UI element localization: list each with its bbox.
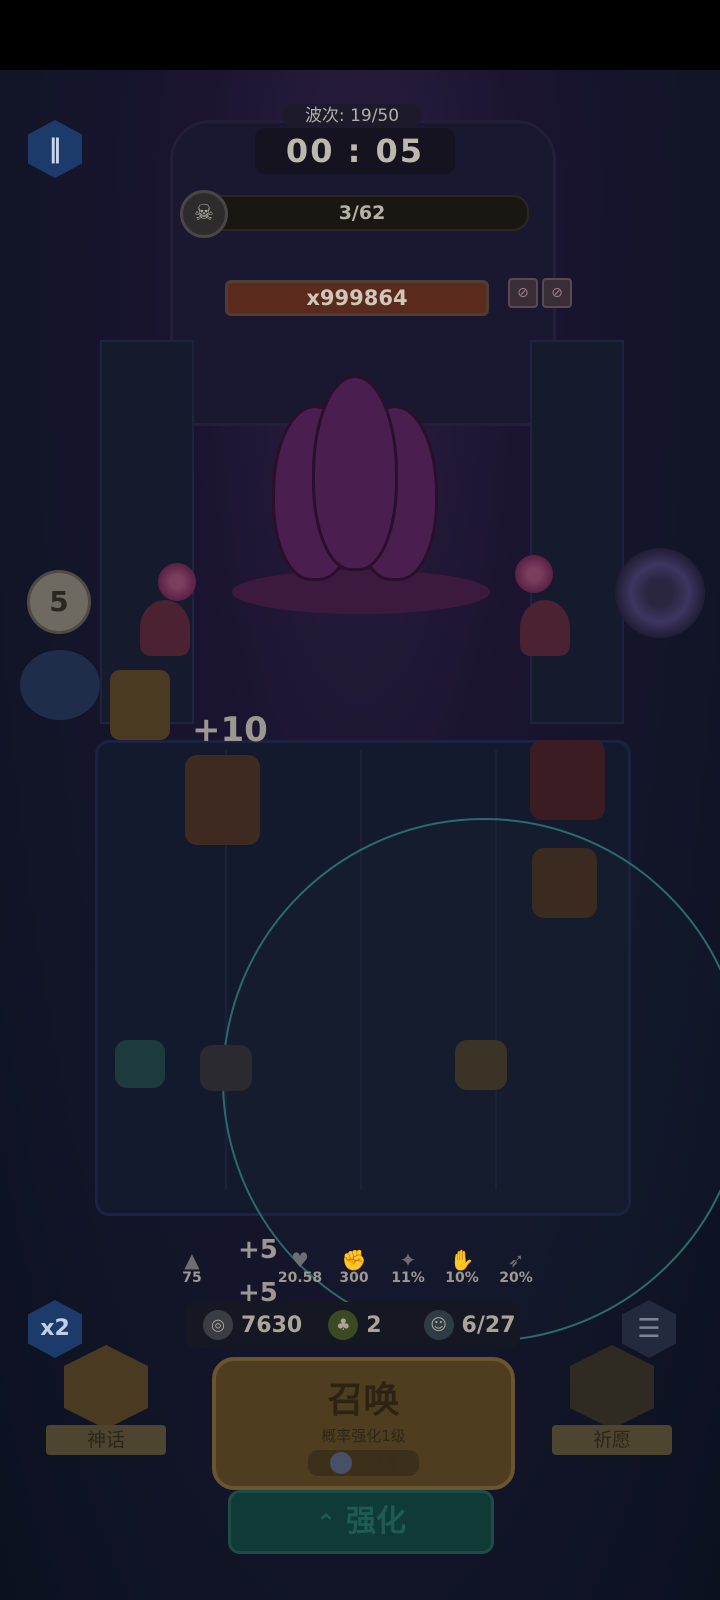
summon-cost: 26 xyxy=(307,1450,420,1476)
enhance-button[interactable]: ⌃ 强化 xyxy=(228,1490,494,1554)
attack-icon: ▲ xyxy=(184,1248,200,1272)
wave-counter: 波次: 19/50 xyxy=(282,104,422,128)
unit-icon: ☺ xyxy=(423,1310,454,1340)
no-poison-icon: ⊘ xyxy=(508,278,538,308)
fist-icon: ✊ xyxy=(341,1248,367,1272)
kill-progress-bar: 3/62 xyxy=(195,195,529,231)
myth-button[interactable]: 神话 xyxy=(46,1345,166,1461)
hero-unit[interactable] xyxy=(530,740,605,820)
stat-damage: ✊ 300 xyxy=(327,1248,381,1286)
hero-unit[interactable] xyxy=(110,670,170,740)
decor-fire xyxy=(140,600,190,656)
decor-flower xyxy=(155,560,199,604)
hero-unit[interactable] xyxy=(532,848,597,918)
right-pillar xyxy=(530,340,624,724)
pray-button[interactable]: 祈愿 xyxy=(552,1345,672,1461)
no-slow-icon: ⊘ xyxy=(542,278,572,308)
hero-stats-row: ▲ 75 ♥ 20.58 ✊ 300 ✦ 11% ✋ 10% ➶ 20% xyxy=(165,1248,555,1286)
enemy-count-pin: 5 xyxy=(27,570,91,634)
stat-speed: ➶ 20% xyxy=(489,1248,543,1286)
clover-icon: ♣ xyxy=(328,1310,359,1340)
pray-label: 祈愿 xyxy=(552,1425,672,1455)
left-pillar xyxy=(100,340,194,724)
summon-title: 召唤 xyxy=(327,1380,400,1421)
enemy-portal xyxy=(615,548,705,638)
summon-subtitle: 概率强化1级 xyxy=(321,1427,406,1445)
menu-icon: ☰ xyxy=(637,1314,661,1344)
stat-power: ✋ 10% xyxy=(435,1248,489,1286)
summon-button[interactable]: 召唤 概率强化1级 26 xyxy=(212,1357,515,1490)
boss-status-icons: ⊘ ⊘ xyxy=(508,278,572,308)
boss-hp-bar: x999864 xyxy=(225,280,489,316)
enemy-unit xyxy=(20,650,100,720)
damage-float: +10 xyxy=(192,710,268,750)
status-bar xyxy=(0,0,720,70)
wave-timer: 00 : 05 xyxy=(255,128,455,174)
crit-icon: ✦ xyxy=(399,1248,417,1272)
decor-fire xyxy=(520,600,570,656)
unit-counter: ☺ 6/27 xyxy=(423,1310,516,1340)
pause-icon: ‖ xyxy=(48,134,62,164)
myth-label: 神话 xyxy=(46,1425,166,1455)
coin-counter: ◎ 7630 xyxy=(203,1310,302,1340)
coin-icon: ◎ xyxy=(203,1310,233,1340)
heart-icon: ♥ xyxy=(291,1248,309,1272)
coin-icon xyxy=(329,1452,352,1474)
myth-emblem-icon xyxy=(64,1345,148,1429)
stat-crit: ✦ 11% xyxy=(381,1248,435,1286)
hero-unit[interactable] xyxy=(455,1040,507,1090)
power-icon: ✋ xyxy=(449,1248,475,1272)
skull-icon: ☠ xyxy=(180,190,228,238)
upgrade-chevron-icon: ⌃ xyxy=(315,1509,337,1537)
clover-counter: ♣ 2 xyxy=(328,1310,382,1340)
stat-hp: ♥ 20.58 xyxy=(273,1248,327,1286)
hero-unit[interactable] xyxy=(200,1045,252,1091)
boot-icon: ➶ xyxy=(507,1248,525,1272)
decor-flower xyxy=(512,552,556,596)
stat-attack: ▲ 75 xyxy=(165,1248,219,1286)
hero-unit[interactable] xyxy=(185,755,260,845)
clover-wish-icon xyxy=(570,1345,654,1429)
hero-unit[interactable] xyxy=(115,1040,165,1088)
boss-flower-monster xyxy=(262,365,442,585)
resource-bar: ◎ 7630 ♣ 2 ☺ 6/27 xyxy=(185,1302,520,1348)
